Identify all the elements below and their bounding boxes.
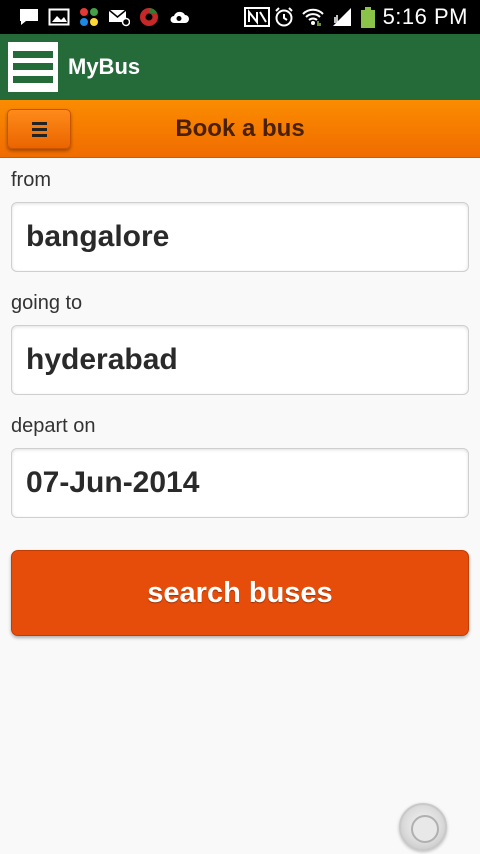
- hamburger-icon: [31, 121, 47, 125]
- system-icons: 5:16 PM: [243, 0, 468, 34]
- from-label: from: [11, 169, 51, 191]
- signal-icon: [331, 7, 353, 27]
- clock: 5:16 PM: [382, 4, 468, 29]
- app-logo-icon[interactable]: [8, 42, 58, 92]
- search-buses-button[interactable]: search buses: [11, 550, 469, 636]
- browser-icon: [138, 7, 160, 27]
- going-to-label: going to: [11, 292, 83, 314]
- page-title: Book a bus: [175, 115, 305, 142]
- image-icon: [48, 7, 70, 27]
- app-bar: MyBus: [0, 34, 480, 100]
- battery-icon: [360, 7, 376, 28]
- going-to-input[interactable]: [11, 325, 469, 395]
- booking-form: from going to depart on search buses: [11, 158, 469, 636]
- wifi-icon: [301, 7, 324, 27]
- menu-button[interactable]: [7, 109, 71, 149]
- depart-date-input[interactable]: [11, 448, 469, 518]
- from-input[interactable]: [11, 202, 469, 272]
- message-icon: [18, 7, 40, 27]
- hamburger-icon-bar: [31, 127, 47, 131]
- alarm-icon: [273, 7, 295, 27]
- hamburger-icon-bar: [31, 133, 47, 137]
- email-icon: [108, 7, 131, 27]
- cloud-icon: [168, 7, 190, 27]
- page-header: Book a bus: [0, 100, 480, 158]
- status-bar: 5:16 PM: [0, 0, 480, 34]
- apps-icon: [78, 7, 100, 27]
- notification-icons: [0, 7, 190, 27]
- nfc-icon: [243, 7, 270, 27]
- floating-assist-button[interactable]: [399, 803, 447, 851]
- app-title: MyBus: [68, 54, 141, 79]
- depart-on-label: depart on: [11, 415, 96, 437]
